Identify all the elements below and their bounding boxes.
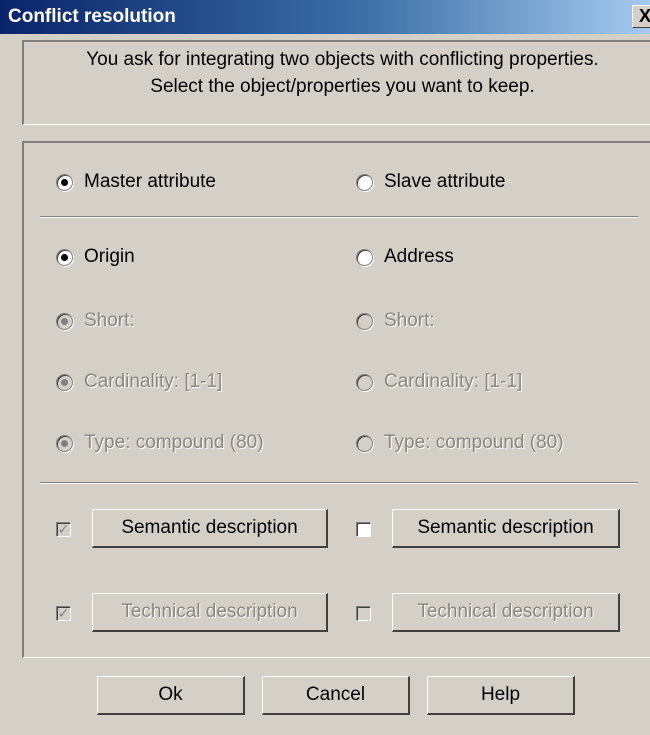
- right-semantic-description-button[interactable]: Semantic description: [392, 509, 620, 548]
- radio-address[interactable]: Address: [356, 246, 454, 268]
- prompt-box: You ask for integrating two objects with…: [22, 40, 650, 125]
- radio-right-cardinality: Cardinality: [1-1]: [356, 371, 522, 393]
- prompt-line-1: You ask for integrating two objects with…: [86, 49, 599, 70]
- radio-indicator: [56, 434, 73, 452]
- radio-indicator: [56, 173, 73, 191]
- left-semantic-description-button[interactable]: Semantic description: [92, 509, 328, 548]
- radio-label: Short:: [384, 310, 435, 331]
- radio-label: Type: compound (80): [84, 432, 264, 453]
- radio-label: Slave attribute: [384, 171, 506, 192]
- checkbox-right-technical: [356, 606, 371, 621]
- radio-right-short: Short:: [356, 310, 435, 332]
- radio-label: Cardinality: [1-1]: [384, 371, 523, 392]
- radio-master-attribute[interactable]: Master attribute: [56, 171, 216, 193]
- radio-origin[interactable]: Origin: [56, 246, 135, 268]
- radio-label: Master attribute: [84, 171, 216, 192]
- title-bar: Conflict resolution X: [0, 0, 650, 34]
- separator: [40, 216, 638, 218]
- radio-indicator: [56, 312, 73, 330]
- radio-indicator: [356, 373, 373, 391]
- checkbox-left-technical: ✓: [56, 605, 71, 621]
- help-button[interactable]: Help: [427, 676, 575, 715]
- checkbox-right-semantic[interactable]: [356, 522, 371, 537]
- options-group: Master attribute Slave attribute Origin …: [22, 141, 650, 658]
- radio-indicator: [56, 248, 73, 266]
- radio-label: Cardinality: [1-1]: [84, 371, 223, 392]
- ok-button[interactable]: Ok: [97, 676, 245, 715]
- right-technical-description-button: Technical description: [392, 593, 620, 632]
- radio-label: Type: compound (80): [384, 432, 564, 453]
- radio-label: Address: [384, 246, 454, 267]
- close-icon: X: [638, 6, 650, 26]
- radio-left-type: Type: compound (80): [56, 432, 264, 454]
- radio-slave-attribute[interactable]: Slave attribute: [356, 171, 505, 193]
- radio-left-short: Short:: [56, 310, 135, 332]
- radio-indicator: [56, 373, 73, 391]
- radio-right-type: Type: compound (80): [356, 432, 564, 454]
- cancel-button[interactable]: Cancel: [262, 676, 410, 715]
- radio-indicator: [356, 173, 373, 191]
- radio-left-cardinality: Cardinality: [1-1]: [56, 371, 222, 393]
- checkbox-left-semantic: ✓: [56, 521, 71, 537]
- left-technical-description-button: Technical description: [92, 593, 328, 632]
- radio-indicator: [356, 312, 373, 330]
- prompt-line-2: Select the object/properties you want to…: [150, 76, 535, 97]
- radio-label: Short:: [84, 310, 135, 331]
- radio-label: Origin: [84, 246, 135, 267]
- close-button[interactable]: X: [632, 5, 650, 28]
- radio-indicator: [356, 434, 373, 452]
- window-title: Conflict resolution: [8, 6, 176, 27]
- separator: [40, 482, 638, 484]
- radio-indicator: [356, 248, 373, 266]
